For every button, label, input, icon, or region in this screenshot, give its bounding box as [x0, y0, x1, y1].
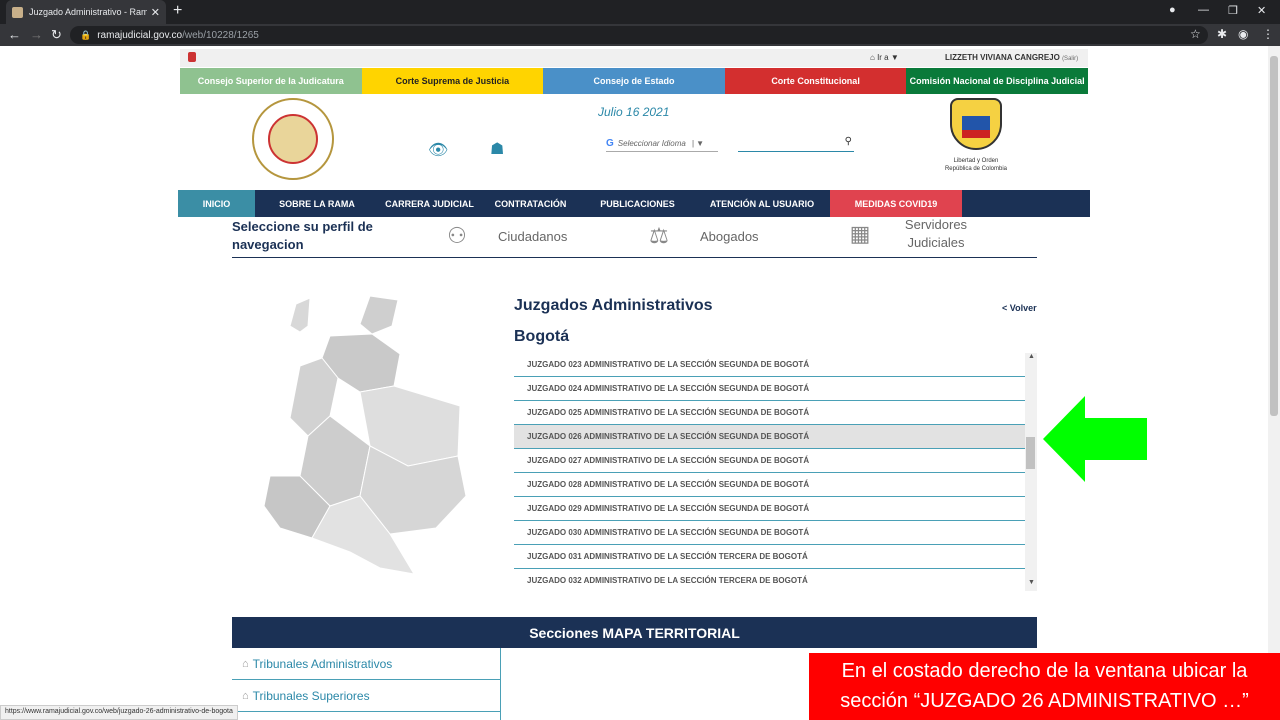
institution-link[interactable]: Corte Constitucional [724, 68, 907, 94]
instruction-callout: En el costado derecho de la ventana ubic… [809, 653, 1280, 720]
logout-link[interactable]: (Salir) [1062, 56, 1078, 62]
url-path: /web/10228/1265 [182, 29, 259, 41]
avatar[interactable]: ◉ [1238, 27, 1248, 41]
main-nav-item[interactable]: ATENCIÓN AL USUARIO [694, 190, 830, 217]
table-row[interactable]: JUZGADO 030 ADMINISTRATIVO DE LA SECCIÓN… [514, 521, 1025, 545]
divider [232, 257, 1037, 258]
forward-icon[interactable]: → [30, 27, 43, 42]
rama-judicial-seal-logo[interactable] [252, 98, 334, 180]
lawyer-icon: ⚖ [649, 223, 669, 248]
lock-icon: 🔒 [80, 29, 92, 40]
colombia-map[interactable] [260, 296, 470, 576]
profile-ciudadanos[interactable]: ⚇ Ciudadanos [440, 222, 567, 250]
scroll-down-icon[interactable]: ▼ [1028, 579, 1035, 586]
list-scrollbar[interactable]: ▲ ▼ [1025, 353, 1037, 591]
institution-link[interactable]: Consejo de Estado [543, 68, 725, 94]
current-date: Julio 16 2021 [598, 105, 670, 119]
citizens-group-icon: ⚇ [447, 223, 467, 248]
menu-kebab-icon[interactable]: ⋮ [1262, 27, 1274, 41]
institution-link[interactable]: Consejo Superior de la Judicatura [180, 68, 362, 94]
minimize-icon[interactable]: — [1198, 4, 1209, 16]
sitemap-icon[interactable]: ☗ [490, 139, 504, 159]
url-host: ramajudicial.gov.co [97, 29, 183, 41]
profile-abogados[interactable]: ⚖ Abogados [642, 222, 758, 250]
main-nav-item[interactable]: MEDIDAS COVID19 [830, 190, 962, 217]
table-row[interactable]: JUZGADO 027 ADMINISTRATIVO DE LA SECCIÓN… [514, 449, 1025, 473]
main-nav-item[interactable]: INICIO [178, 190, 255, 217]
user-name: LIZZETH VIVIANA CANGREJO (Salir) [945, 53, 1079, 62]
green-pointer-arrow-icon [1043, 396, 1147, 482]
web-page: ⌂ Ir a ▼ LIZZETH VIVIANA CANGREJO (Salir… [0, 46, 1268, 720]
servers-building-icon: ▦ [849, 221, 871, 246]
new-tab-button[interactable]: + [173, 2, 182, 20]
search-icon[interactable]: ⚲ [845, 136, 852, 147]
main-nav-item[interactable]: SOBRE LA RAMA [255, 190, 379, 217]
page-scrollbar[interactable] [1268, 46, 1280, 720]
page-scroll-thumb[interactable] [1270, 56, 1278, 416]
reload-icon[interactable]: ↻ [51, 27, 62, 43]
main-nav-item[interactable]: PUBLICACIONES [581, 190, 694, 217]
building-icon: ⌂ [242, 689, 249, 702]
favicon-icon [12, 6, 23, 18]
juzgados-list: JUZGADO 023 ADMINISTRATIVO DE LA SECCIÓN… [514, 353, 1037, 591]
table-row[interactable]: JUZGADO 032 ADMINISTRATIVO DE LA SECCIÓN… [514, 569, 1025, 591]
tab-close-icon[interactable]: ✕ [151, 6, 160, 19]
institution-link[interactable]: Corte Suprema de Justicia [361, 68, 544, 94]
colombia-coat-of-arms-logo [950, 98, 1002, 150]
profile-prompt: Seleccione su perfil de navegacion [232, 219, 373, 252]
page-title: Juzgados Administrativos [514, 297, 713, 314]
language-placeholder: Seleccionar Idioma [617, 139, 686, 148]
chevron-down-icon: | ▼ [691, 139, 705, 148]
profile-circle-icon[interactable]: ● [1169, 4, 1176, 16]
table-row[interactable]: JUZGADO 025 ADMINISTRATIVO DE LA SECCIÓN… [514, 401, 1025, 425]
main-nav: INICIO SOBRE LA RAMA CARRERA JUDICIAL CONTR… [178, 190, 1090, 217]
restore-icon[interactable]: ❐ [1228, 4, 1238, 17]
search-input[interactable]: ⚲ [738, 136, 854, 152]
back-link[interactable]: < Volver [1002, 303, 1037, 313]
scroll-up-icon[interactable]: ▲ [1028, 353, 1035, 360]
browser-tab-strip: Juzgado Administrativo - Rama J ✕ + ● — … [0, 0, 1280, 24]
status-bar-url: https://www.ramajudicial.gov.co/web/juzg… [0, 705, 238, 720]
extensions-icon[interactable]: ✱ [1217, 27, 1227, 41]
institution-link[interactable]: Comisión Nacional de Disciplina Judicial [906, 68, 1088, 94]
tab-title: Juzgado Administrativo - Rama J [29, 7, 147, 17]
sections-title: Secciones MAPA TERRITORIAL [232, 617, 1037, 648]
google-icon: G [606, 138, 614, 149]
browser-tab[interactable]: Juzgado Administrativo - Rama J ✕ [6, 0, 166, 24]
sections-list: ⌂ Tribunales Administrativos ⌂ Tribunale… [232, 648, 501, 720]
address-bar[interactable]: 🔒 ramajudicial.gov.co /web/10228/1265 [70, 26, 1208, 44]
user-bar: ⌂ Ir a ▼ LIZZETH VIVIANA CANGREJO (Salir… [180, 49, 1088, 67]
accessibility-eye-icon[interactable]: 👁 [428, 140, 448, 160]
table-row[interactable]: JUZGADO 023 ADMINISTRATIVO DE LA SECCIÓN… [514, 353, 1025, 377]
main-nav-item[interactable]: CARRERA JUDICIAL [379, 190, 480, 217]
site-small-logo-icon [188, 52, 196, 62]
language-selector[interactable]: G Seleccionar Idioma | ▼ [606, 136, 718, 152]
ir-a-dropdown[interactable]: ⌂ Ir a ▼ [870, 53, 899, 62]
coat-of-arms-caption: Libertad y Orden República de Colombia [944, 158, 1008, 172]
building-icon: ⌂ [242, 657, 249, 670]
city-heading: Bogotá [514, 328, 570, 345]
bookmark-star-icon[interactable]: ☆ [1190, 27, 1201, 41]
table-row[interactable]: JUZGADO 024 ADMINISTRATIVO DE LA SECCIÓN… [514, 377, 1025, 401]
table-row[interactable]: JUZGADO 026 ADMINISTRATIVO DE LA SECCIÓN… [514, 425, 1025, 449]
scroll-thumb[interactable] [1026, 437, 1035, 469]
table-row[interactable]: JUZGADO 029 ADMINISTRATIVO DE LA SECCIÓN… [514, 497, 1025, 521]
table-row[interactable]: JUZGADO 031 ADMINISTRATIVO DE LA SECCIÓN… [514, 545, 1025, 569]
institutions-nav: Consejo Superior de la Judicatura Corte S… [180, 68, 1088, 94]
table-row[interactable]: JUZGADO 028 ADMINISTRATIVO DE LA SECCIÓN… [514, 473, 1025, 497]
close-window-icon[interactable]: ✕ [1257, 4, 1266, 17]
browser-toolbar: ← → ↻ 🔒 ramajudicial.gov.co /web/10228/1… [0, 24, 1280, 46]
seal-emblem-icon [268, 114, 318, 164]
back-icon[interactable]: ← [8, 27, 21, 42]
home-icon: ⌂ [870, 53, 878, 62]
main-nav-item[interactable]: CONTRATACIÓN [480, 190, 581, 217]
section-item-tribunales-superiores[interactable]: ⌂ Tribunales Superiores [232, 680, 500, 712]
profile-servidores[interactable]: ▦ Servidores Judiciales [843, 216, 971, 252]
section-item-tribunales-administrativos[interactable]: ⌂ Tribunales Administrativos [232, 648, 500, 680]
